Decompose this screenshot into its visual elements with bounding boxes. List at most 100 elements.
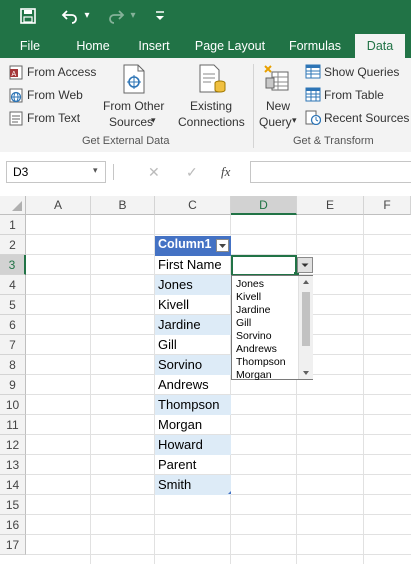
validation-dropdown-list[interactable]: Jones Kivell Jardine Gill Sorvino Andrews Thom… — [231, 275, 313, 382]
dropdown-item[interactable]: Gill — [236, 317, 251, 330]
insert-function-icon[interactable]: fx — [221, 164, 230, 180]
row-header-15[interactable]: 15 — [0, 495, 26, 515]
row-header-7[interactable]: 7 — [0, 335, 26, 355]
table-cell[interactable]: Kivell — [155, 295, 231, 315]
row-header-17[interactable]: 17 — [0, 535, 26, 555]
tab-formulas[interactable]: Formulas — [282, 34, 348, 58]
dropdown-scrollbar[interactable] — [298, 276, 313, 379]
validation-dropdown-button[interactable] — [297, 257, 313, 273]
table-resize-handle[interactable] — [228, 491, 231, 494]
formula-bar: D3 ▾ ✕ ✓ fx — [0, 152, 411, 196]
row-header-1[interactable]: 1 — [0, 215, 26, 235]
table-cell[interactable]: Morgan — [155, 415, 231, 435]
gridline — [363, 215, 364, 564]
column-header-e[interactable]: E — [297, 196, 364, 215]
save-icon[interactable] — [18, 5, 38, 27]
row-header-13[interactable]: 13 — [0, 455, 26, 475]
column-header-b[interactable]: B — [91, 196, 155, 215]
show-queries-button[interactable]: Show Queries — [324, 65, 399, 79]
cancel-icon[interactable]: ✕ — [148, 164, 160, 181]
other-sources-icon — [120, 64, 148, 99]
from-text-button[interactable]: From Text — [27, 111, 80, 125]
table-header-cell[interactable]: Column1 — [155, 236, 231, 256]
row-header-16[interactable]: 16 — [0, 515, 26, 535]
dropdown-item[interactable]: Andrews — [236, 343, 277, 356]
row-header-5[interactable]: 5 — [0, 295, 26, 315]
web-icon — [9, 88, 25, 108]
tab-file[interactable]: File — [10, 34, 50, 58]
undo-icon[interactable] — [60, 5, 80, 27]
dropdown-item[interactable]: Thompson — [236, 356, 286, 369]
active-cell[interactable] — [231, 255, 297, 276]
dropdown-item[interactable]: Jardine — [236, 304, 270, 317]
dropdown-item[interactable]: Morgan — [236, 369, 272, 382]
scroll-thumb[interactable] — [302, 292, 310, 346]
row-header-4[interactable]: 4 — [0, 275, 26, 295]
existing-connections-label-2[interactable]: Connections — [178, 115, 245, 129]
table-header-label: Column1 — [158, 237, 212, 251]
dropdown-item[interactable]: Jones — [236, 278, 264, 291]
tab-page-layout[interactable]: Page Layout — [190, 34, 270, 58]
from-table-icon — [305, 87, 321, 107]
row-header-8[interactable]: 8 — [0, 355, 26, 375]
row-header-3[interactable]: 3 — [0, 255, 26, 275]
ribbon-tabs: File Home Insert Page Layout Formulas Da… — [0, 34, 411, 58]
table-cell[interactable]: Parent — [155, 455, 231, 475]
name-box[interactable]: D3 ▾ — [6, 161, 106, 183]
from-other-sources-chevron-icon[interactable]: ▾ — [151, 115, 156, 126]
tab-insert[interactable]: Insert — [128, 34, 180, 58]
gridline — [26, 534, 411, 535]
from-access-button[interactable]: From Access — [27, 65, 96, 79]
tab-data[interactable]: Data — [355, 34, 405, 58]
column-header-f[interactable]: F — [364, 196, 411, 215]
table-cell[interactable]: Gill — [155, 335, 231, 355]
table-filter-button[interactable] — [216, 239, 229, 252]
column-header-a[interactable]: A — [26, 196, 91, 215]
undo-dropdown-icon[interactable]: ▾ — [82, 5, 92, 27]
scroll-down-icon[interactable] — [299, 368, 313, 378]
show-queries-icon — [305, 64, 321, 84]
column-header-d[interactable]: D — [231, 196, 297, 215]
table-cell[interactable]: Sorvino — [155, 355, 231, 375]
enter-icon[interactable]: ✓ — [186, 164, 198, 181]
dropdown-item[interactable]: Sorvino — [236, 330, 272, 343]
from-web-button[interactable]: From Web — [27, 88, 83, 102]
name-box-value: D3 — [13, 165, 29, 179]
scroll-up-icon[interactable] — [299, 277, 313, 287]
row-header-9[interactable]: 9 — [0, 375, 26, 395]
tab-home[interactable]: Home — [68, 34, 118, 58]
table-cell[interactable]: Smith — [155, 475, 231, 495]
column-header-c[interactable]: C — [155, 196, 231, 215]
table-cell[interactable]: Jones — [155, 275, 231, 295]
customize-qat-icon[interactable] — [152, 5, 168, 27]
from-table-button[interactable]: From Table — [324, 88, 384, 102]
new-query-chevron-icon[interactable]: ▾ — [292, 115, 297, 126]
select-all-button[interactable] — [0, 196, 26, 215]
name-box-dropdown-icon[interactable]: ▾ — [93, 165, 98, 176]
table-cell[interactable]: Howard — [155, 435, 231, 455]
table-cell[interactable]: Andrews — [155, 375, 231, 395]
recent-sources-button[interactable]: Recent Sources — [324, 111, 409, 125]
existing-connections-button[interactable]: Existing — [190, 99, 232, 113]
new-query-label-2[interactable]: Query — [259, 115, 292, 129]
from-other-sources-label-2[interactable]: Sources — [109, 115, 153, 129]
redo-icon[interactable] — [106, 5, 126, 27]
from-other-sources-button[interactable]: From Other — [103, 99, 164, 113]
table-first-row-cell[interactable]: First Name — [155, 255, 231, 275]
new-query-button[interactable]: New — [266, 99, 290, 113]
row-header-12[interactable]: 12 — [0, 435, 26, 455]
recent-sources-icon — [305, 110, 322, 130]
formula-input[interactable] — [250, 161, 411, 183]
row-header-6[interactable]: 6 — [0, 315, 26, 335]
row-header-11[interactable]: 11 — [0, 415, 26, 435]
row-header-14[interactable]: 14 — [0, 475, 26, 495]
dropdown-item[interactable]: Kivell — [236, 291, 261, 304]
ribbon: A From Access From Web From Text From Ot… — [0, 58, 411, 153]
row-header-10[interactable]: 10 — [0, 395, 26, 415]
gridline — [26, 554, 411, 555]
table-cell[interactable]: Thompson — [155, 395, 231, 415]
row-header-2[interactable]: 2 — [0, 235, 26, 255]
get-external-data-group-label: Get External Data — [82, 135, 170, 147]
redo-dropdown-icon[interactable]: ▾ — [128, 5, 138, 27]
table-cell[interactable]: Jardine — [155, 315, 231, 335]
